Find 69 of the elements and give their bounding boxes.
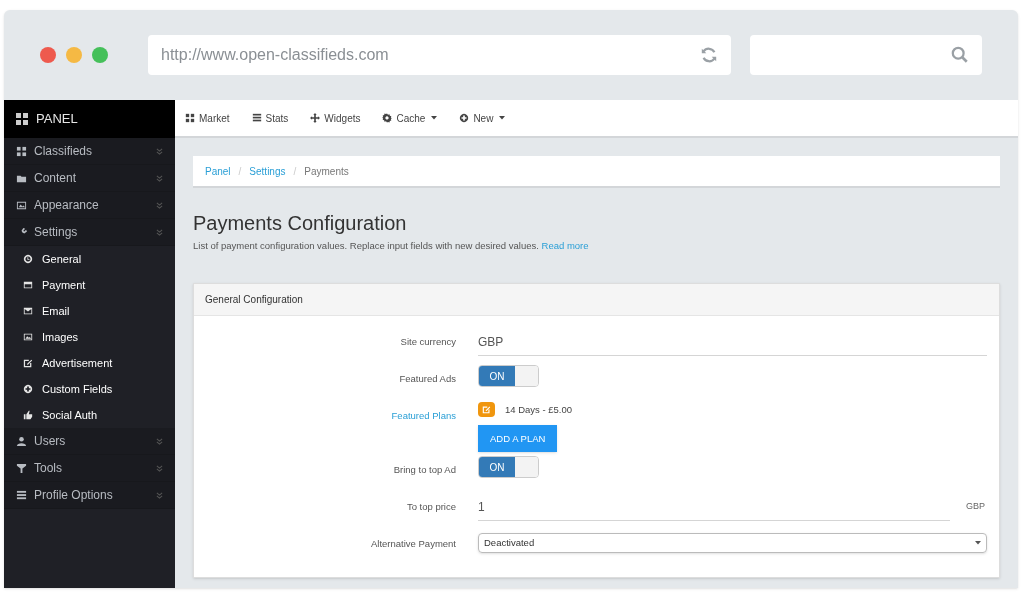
sidebar-menu-item[interactable]: Tools	[4, 455, 175, 482]
sidebar-submenu-item[interactable]: Advertisement	[4, 350, 175, 376]
plan-label: 14 Days - £5.00	[505, 402, 573, 417]
nav-link[interactable]: Stats	[251, 110, 289, 126]
sidebar-submenu-item[interactable]: Social Auth	[4, 402, 175, 428]
text-field[interactable]: 1	[478, 493, 950, 522]
plus-icon	[459, 113, 470, 123]
breadcrumb-separator: /	[293, 164, 297, 179]
sidebar-submenu-item[interactable]: Custom Fields	[4, 376, 175, 402]
sidebar-submenu-item[interactable]: Payment	[4, 272, 175, 298]
dropdown-select[interactable]: Deactivated	[478, 533, 987, 554]
grid-icon	[185, 113, 195, 123]
card-icon	[23, 280, 33, 290]
sidebar-menu-item[interactable]: Users	[4, 428, 175, 455]
page-title: Payments Configuration	[193, 211, 408, 236]
plus-icon	[23, 384, 33, 394]
nav-link[interactable]: New	[459, 110, 506, 126]
chevron-down-icon	[156, 464, 163, 472]
field-label: Alternative Payment	[370, 537, 456, 552]
sidebar-submenu-item[interactable]: General	[4, 246, 175, 272]
list-icon	[251, 113, 262, 123]
toggle-switch[interactable]: ON	[478, 365, 539, 388]
panel-title: General Configuration	[205, 293, 303, 308]
field-label: To top price	[405, 500, 456, 515]
chevron-down-icon	[156, 201, 163, 209]
text-field[interactable]: GBP	[478, 328, 987, 357]
search-field[interactable]	[749, 35, 982, 75]
sidebar-menu-item[interactable]: Profile Options	[4, 482, 175, 509]
grid-icon	[16, 145, 27, 157]
nav-link[interactable]: Market	[185, 110, 230, 126]
chevron-down-icon	[156, 491, 163, 499]
sidebar-title: PANEL	[36, 110, 78, 129]
thumbs-up-icon	[23, 410, 33, 420]
sidebar-submenu-item[interactable]: Email	[4, 298, 175, 324]
page-description: List of payment configuration values. Replace input fields with new desired values. Read more	[193, 239, 590, 253]
sidebar-submenu-item[interactable]: Images	[4, 324, 175, 350]
grid-icon	[16, 113, 28, 125]
move-icon	[310, 113, 321, 123]
nav-link[interactable]: Cache	[382, 110, 438, 126]
chevron-down-icon	[156, 147, 163, 155]
filter-icon	[16, 462, 27, 474]
sidebar-menu-item[interactable]: Content	[4, 165, 175, 192]
caret-icon	[975, 541, 981, 546]
chevron-down-icon	[156, 437, 163, 445]
settings-icon	[382, 113, 393, 123]
picture-icon	[23, 332, 33, 342]
list-icon	[16, 489, 27, 501]
field-label: Bring to top Ad	[392, 463, 456, 478]
breadcrumb-separator: /	[238, 164, 242, 179]
edit-plan-button[interactable]	[478, 402, 495, 418]
refresh-icon[interactable]	[699, 46, 718, 64]
url-text: http://www.open-classifieds.com	[161, 45, 390, 65]
clock-icon	[23, 254, 33, 264]
user-icon	[16, 435, 27, 447]
picture-icon	[16, 199, 27, 211]
breadcrumb-current: Payments	[304, 164, 349, 179]
sidebar-menu-item[interactable]: Appearance	[4, 192, 175, 219]
edit-icon	[23, 358, 33, 368]
toggle-switch[interactable]: ON	[478, 456, 539, 479]
sidebar-menu-item[interactable]: Classifieds	[4, 138, 175, 165]
nav-link[interactable]: Widgets	[310, 110, 361, 126]
chevron-down-icon	[156, 174, 163, 182]
chevron-down-icon	[156, 228, 163, 236]
search-icon[interactable]	[951, 46, 969, 64]
field-label: Site currency	[399, 335, 456, 350]
edit-icon	[482, 405, 491, 415]
currency-suffix: GBP	[966, 499, 986, 513]
envelope-icon	[23, 306, 33, 316]
field-label: Featured Ads	[398, 372, 456, 387]
